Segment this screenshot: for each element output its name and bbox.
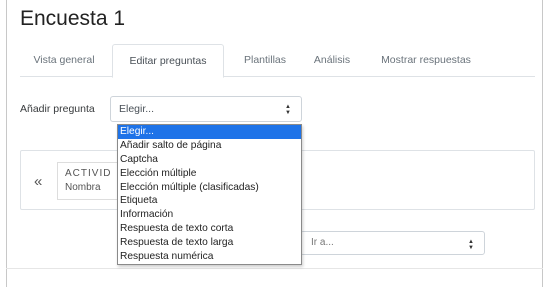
option-eleccion-multiple[interactable]: Elección múltiple [118,167,301,181]
option-elegir[interactable]: Elegir... [118,125,301,139]
divider [6,268,543,269]
add-question-dropdown: Elegir... Añadir salto de página Captcha… [117,124,302,265]
option-etiqueta[interactable]: Etiqueta [118,194,301,208]
option-respuesta-texto-larga[interactable]: Respuesta de texto larga [118,236,301,250]
jump-select-arrows-icon: ▲ ▼ [468,239,474,251]
select-arrows-icon: ▲ ▼ [285,104,291,116]
jump-to-select[interactable]: Ir a... ▲ ▼ [300,231,485,255]
tab-vista-general[interactable]: Vista general [20,44,108,77]
option-captcha[interactable]: Captcha [118,153,301,167]
add-question-select[interactable]: Elegir... ▲ ▼ [110,96,302,122]
jump-to-select-value: Ir a... [311,237,334,248]
previous-activity-icon[interactable]: « [34,173,42,190]
option-eleccion-multiple-clasificadas[interactable]: Elección múltiple (clasificadas) [118,181,301,195]
tab-analisis[interactable]: Análisis [304,44,360,77]
tab-mostrar-respuestas[interactable]: Mostrar respuestas [368,44,484,77]
tab-editar-preguntas[interactable]: Editar preguntas [112,44,224,78]
tab-bar: Vista general Editar preguntas Plantilla… [20,44,535,78]
option-informacion[interactable]: Información [118,208,301,222]
option-salto-de-pagina[interactable]: Añadir salto de página [118,139,301,153]
activity-title: ACTIVID [65,168,112,179]
option-respuesta-numerica[interactable]: Respuesta numérica [118,250,301,264]
add-question-select-value: Elegir... [119,103,155,115]
add-question-label: Añadir pregunta [20,103,95,115]
activity-name: Nombra [65,182,101,193]
option-respuesta-texto-corta[interactable]: Respuesta de texto corta [118,222,301,236]
page-title: Encuesta 1 [20,7,126,30]
tab-plantillas[interactable]: Plantillas [230,44,300,77]
